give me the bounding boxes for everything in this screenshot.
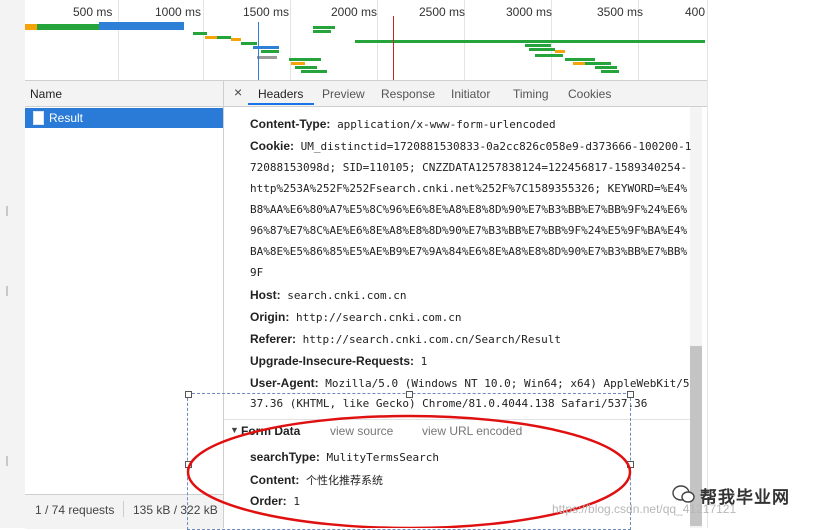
annotation-ellipse [186,414,632,528]
watermark-url: https://blog.csdn.net/qq_41217121 [552,502,737,516]
wechat-logo-icon [672,485,695,503]
